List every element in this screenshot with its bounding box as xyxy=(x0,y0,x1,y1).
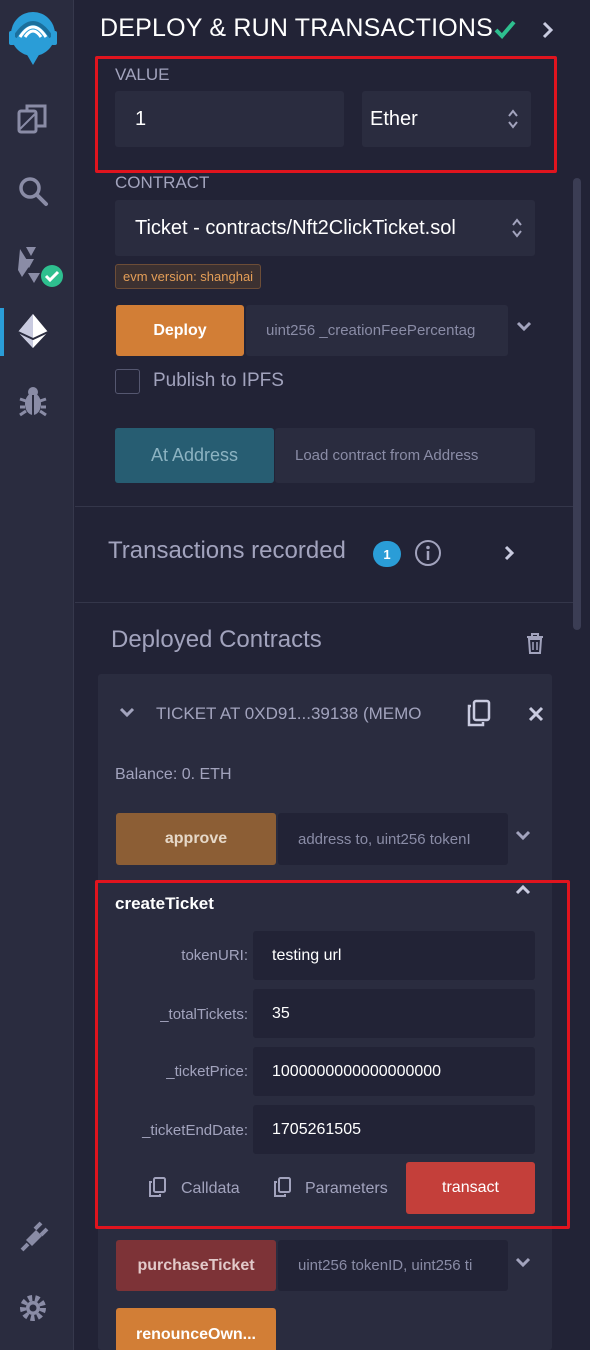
approve-params-input[interactable]: address to, uint256 tokenI xyxy=(278,813,508,865)
chevron-down-icon[interactable] xyxy=(515,320,533,339)
divider xyxy=(75,602,573,603)
chevron-up-icon[interactable] xyxy=(514,882,532,901)
plugin-manager-icon[interactable] xyxy=(14,1218,52,1256)
publish-ipfs-label: Publish to IPFS xyxy=(153,370,284,391)
calldata-link[interactable]: Calldata xyxy=(181,1180,240,1198)
value-input[interactable]: 1 xyxy=(115,91,344,147)
at-address-button[interactable]: At Address xyxy=(115,428,274,483)
deploy-run-icon[interactable] xyxy=(14,312,52,350)
page-title: DEPLOY & RUN TRANSACTIONS xyxy=(100,14,494,42)
parameters-link[interactable]: Parameters xyxy=(305,1180,388,1198)
transact-button[interactable]: transact xyxy=(406,1162,535,1214)
publish-ipfs-checkbox[interactable] xyxy=(115,369,140,394)
create-ticket-title: createTicket xyxy=(115,894,214,913)
value-unit-label: Ether xyxy=(370,107,418,130)
select-arrows-icon xyxy=(507,216,523,246)
transactions-count-badge: 1 xyxy=(373,541,401,567)
chevron-down-icon[interactable] xyxy=(514,829,532,848)
ticket-end-date-label: _ticketEndDate: xyxy=(142,1122,248,1139)
scrollbar-thumb[interactable] xyxy=(573,178,581,630)
instance-title[interactable]: TICKET AT 0XD91...39138 (MEMO xyxy=(156,704,432,724)
copy-parameters-icon[interactable] xyxy=(273,1177,291,1202)
info-icon[interactable] xyxy=(414,539,442,572)
file-explorer-icon[interactable] xyxy=(14,100,52,138)
chevron-down-icon[interactable] xyxy=(514,1256,532,1275)
purchase-ticket-params-input[interactable]: uint256 tokenID, uint256 ti xyxy=(278,1240,508,1291)
value-unit-select[interactable]: Ether xyxy=(362,91,531,147)
at-address-input[interactable]: Load contract from Address xyxy=(275,428,535,483)
evm-version-badge: evm version: shanghai xyxy=(115,264,262,289)
total-tickets-label: _totalTickets: xyxy=(160,1006,248,1023)
icon-rail xyxy=(0,0,74,1350)
transactions-count: 1 xyxy=(383,546,391,562)
transactions-recorded-label: Transactions recorded xyxy=(108,537,346,564)
debugger-icon[interactable] xyxy=(14,383,52,421)
ticket-price-label: _ticketPrice: xyxy=(166,1063,248,1080)
token-uri-input[interactable]: testing url xyxy=(253,931,535,980)
approve-button[interactable]: approve xyxy=(116,813,276,865)
ticket-price-input[interactable]: 1000000000000000000 xyxy=(253,1047,535,1096)
chevron-down-icon[interactable] xyxy=(118,706,136,725)
deployed-contracts-label: Deployed Contracts xyxy=(111,626,322,653)
deployed-instance-card: TICKET AT 0XD91...39138 (MEMO Balance: 0… xyxy=(98,674,552,1350)
trash-icon[interactable] xyxy=(526,633,544,660)
deploy-params-input[interactable]: uint256 _creationFeePercentag xyxy=(246,305,508,356)
purchase-ticket-button[interactable]: purchaseTicket xyxy=(116,1240,276,1291)
select-arrows-icon xyxy=(507,107,519,137)
copy-icon[interactable] xyxy=(466,699,492,732)
remix-logo-icon[interactable] xyxy=(6,8,60,68)
chevron-right-icon[interactable] xyxy=(503,545,515,566)
settings-icon[interactable] xyxy=(14,1289,52,1327)
close-icon[interactable] xyxy=(528,706,544,727)
contract-label: CONTRACT xyxy=(115,173,210,192)
value-label: VALUE xyxy=(115,65,170,84)
solidity-compiler-icon[interactable] xyxy=(14,242,64,292)
token-uri-label: tokenURI: xyxy=(181,947,248,964)
contract-select[interactable]: Ticket - contracts/Nft2ClickTicket.sol xyxy=(115,200,535,256)
check-icon xyxy=(493,18,517,45)
deploy-run-panel: DEPLOY & RUN TRANSACTIONS VALUE 1 Ether … xyxy=(75,0,590,1350)
ticket-end-date-input[interactable]: 1705261505 xyxy=(253,1105,535,1154)
deploy-button[interactable]: Deploy xyxy=(116,305,244,356)
chevron-right-icon[interactable] xyxy=(541,20,555,45)
instance-balance: Balance: 0. ETH xyxy=(115,766,232,783)
divider xyxy=(75,506,573,507)
renounce-ownership-button[interactable]: renounceOwn... xyxy=(116,1308,276,1350)
contract-select-value: Ticket - contracts/Nft2ClickTicket.sol xyxy=(135,216,456,239)
total-tickets-input[interactable]: 35 xyxy=(253,989,535,1038)
search-icon[interactable] xyxy=(14,172,52,210)
copy-calldata-icon[interactable] xyxy=(148,1177,166,1202)
active-plugin-indicator xyxy=(0,308,4,356)
